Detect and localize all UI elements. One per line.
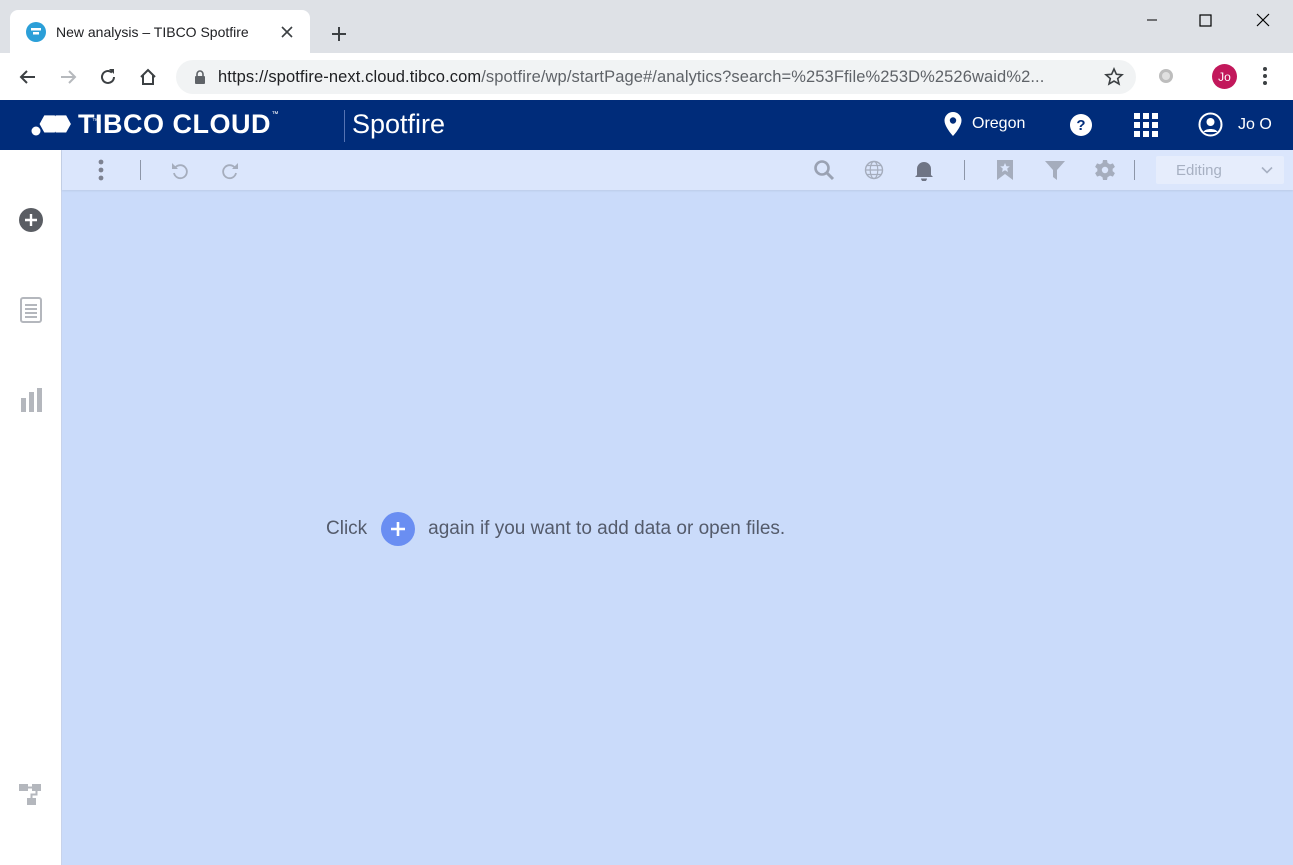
app-header: ™ TIBCO CLOUD ™ Spotfire Oregon ? Jo O <box>0 100 1293 150</box>
tab-title: New analysis – TIBCO Spotfire <box>56 23 249 40</box>
user-avatar-icon <box>1198 112 1223 137</box>
data-canvas-icon[interactable] <box>17 780 45 808</box>
forward-arrow-icon[interactable] <box>53 62 83 92</box>
url-host: https://spotfire-next.cloud.tibco.com <box>218 67 482 86</box>
svg-text:?: ? <box>1076 117 1085 134</box>
toolbar-separator <box>1134 160 1135 180</box>
tab-close-icon[interactable] <box>278 23 296 41</box>
app-grid-icon[interactable] <box>1133 112 1159 138</box>
tibco-logo-mark-icon <box>31 114 71 135</box>
region-label: Oregon <box>972 115 1026 132</box>
url-text: https://spotfire-next.cloud.tibco.com/sp… <box>218 68 1078 87</box>
toolbar-separator <box>140 160 141 180</box>
bell-icon[interactable] <box>912 158 936 182</box>
spotfire-favicon-icon <box>26 21 46 42</box>
user-menu[interactable]: Jo O <box>1198 112 1272 137</box>
pages-icon[interactable] <box>17 296 45 324</box>
region-selector[interactable]: Oregon <box>944 112 1025 136</box>
filter-icon[interactable] <box>1043 158 1067 182</box>
browser-menu-icon[interactable] <box>1253 64 1277 88</box>
address-bar[interactable]: https://spotfire-next.cloud.tibco.com/sp… <box>176 60 1136 94</box>
visualizations-icon[interactable] <box>17 386 45 414</box>
left-rail <box>0 150 62 865</box>
hint-after: again if you want to add data or open fi… <box>428 518 786 539</box>
home-icon[interactable] <box>133 62 163 92</box>
toolbar-separator <box>964 160 965 180</box>
tibco-cloud-logo[interactable]: ™ TIBCO CLOUD ™ <box>30 109 279 140</box>
reload-icon[interactable] <box>93 62 123 92</box>
brand-trademark: ™ <box>271 111 279 118</box>
redo-icon[interactable] <box>218 158 242 182</box>
browser-toolbar: https://spotfire-next.cloud.tibco.com/sp… <box>0 53 1293 100</box>
app-name: Spotfire <box>352 109 446 139</box>
add-circle-icon[interactable] <box>17 206 45 234</box>
maximize-icon[interactable] <box>1182 6 1228 34</box>
add-data-plus-icon[interactable] <box>381 512 416 546</box>
extension-icon[interactable] <box>1155 65 1177 87</box>
lock-icon <box>192 69 208 85</box>
profile-avatar[interactable]: Jo <box>1212 64 1237 89</box>
bookmark-icon[interactable] <box>993 158 1017 182</box>
brand-text: TIBCO CLOUD <box>78 109 271 139</box>
brand-name: TIBCO CLOUD ™ <box>78 109 279 140</box>
header-divider <box>344 110 345 142</box>
new-tab-plus-icon[interactable] <box>325 20 353 48</box>
analysis-toolbar: Editing <box>62 150 1293 190</box>
bookmark-star-icon[interactable] <box>1104 67 1124 87</box>
mode-select-value: Editing <box>1176 161 1222 179</box>
chevron-down-icon <box>1261 166 1273 174</box>
undo-icon[interactable] <box>168 158 192 182</box>
user-name: Jo O <box>1238 115 1272 133</box>
window-close-icon[interactable] <box>1240 6 1286 34</box>
hint-before: Click <box>326 518 368 539</box>
back-arrow-icon[interactable] <box>13 62 43 92</box>
analysis-canvas: Editing Click again if you want to add d… <box>62 150 1293 865</box>
browser-tabstrip: New analysis – TIBCO Spotfire <box>0 0 1293 53</box>
mode-select[interactable]: Editing <box>1156 156 1284 184</box>
more-vertical-icon[interactable] <box>89 158 113 182</box>
minimize-icon[interactable] <box>1129 6 1175 34</box>
empty-state-hint: Click again if you want to add data or o… <box>326 512 785 546</box>
search-icon[interactable] <box>812 158 836 182</box>
gear-icon[interactable] <box>1093 158 1117 182</box>
help-icon[interactable]: ? <box>1069 113 1093 137</box>
browser-tab[interactable]: New analysis – TIBCO Spotfire <box>10 10 310 53</box>
url-path: /spotfire/wp/startPage#/analytics?search… <box>481 67 1045 86</box>
location-pin-icon <box>944 112 962 136</box>
globe-icon[interactable] <box>862 158 886 182</box>
